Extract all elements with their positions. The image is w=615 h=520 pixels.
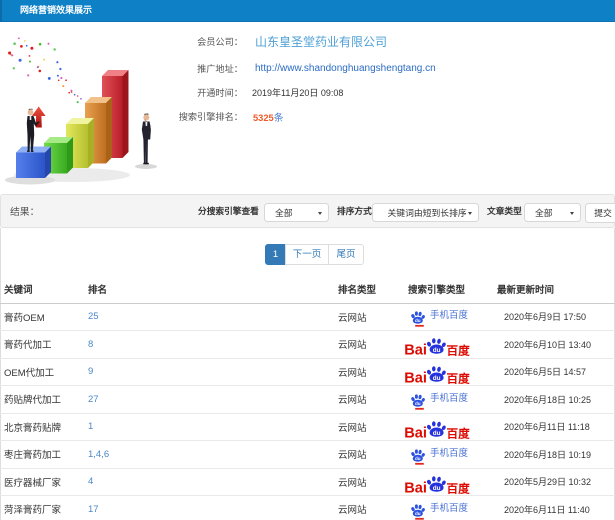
- svg-text:Bai: Bai: [405, 480, 427, 494]
- svg-text:du: du: [415, 318, 421, 323]
- svg-text:du: du: [433, 375, 441, 382]
- svg-text:du: du: [415, 511, 421, 516]
- svg-text:百度: 百度: [447, 371, 471, 385]
- svg-text:du: du: [433, 430, 441, 437]
- svg-text:百度: 百度: [447, 426, 471, 440]
- svg-text:Bai: Bai: [405, 425, 427, 439]
- svg-text:du: du: [433, 485, 441, 492]
- svg-text:du: du: [433, 347, 441, 354]
- svg-text:Bai: Bai: [405, 343, 427, 357]
- svg-text:Bai: Bai: [405, 370, 427, 384]
- svg-text:du: du: [415, 456, 421, 461]
- svg-text:百度: 百度: [447, 344, 471, 358]
- svg-text:du: du: [415, 401, 421, 406]
- svg-text:百度: 百度: [447, 481, 471, 495]
